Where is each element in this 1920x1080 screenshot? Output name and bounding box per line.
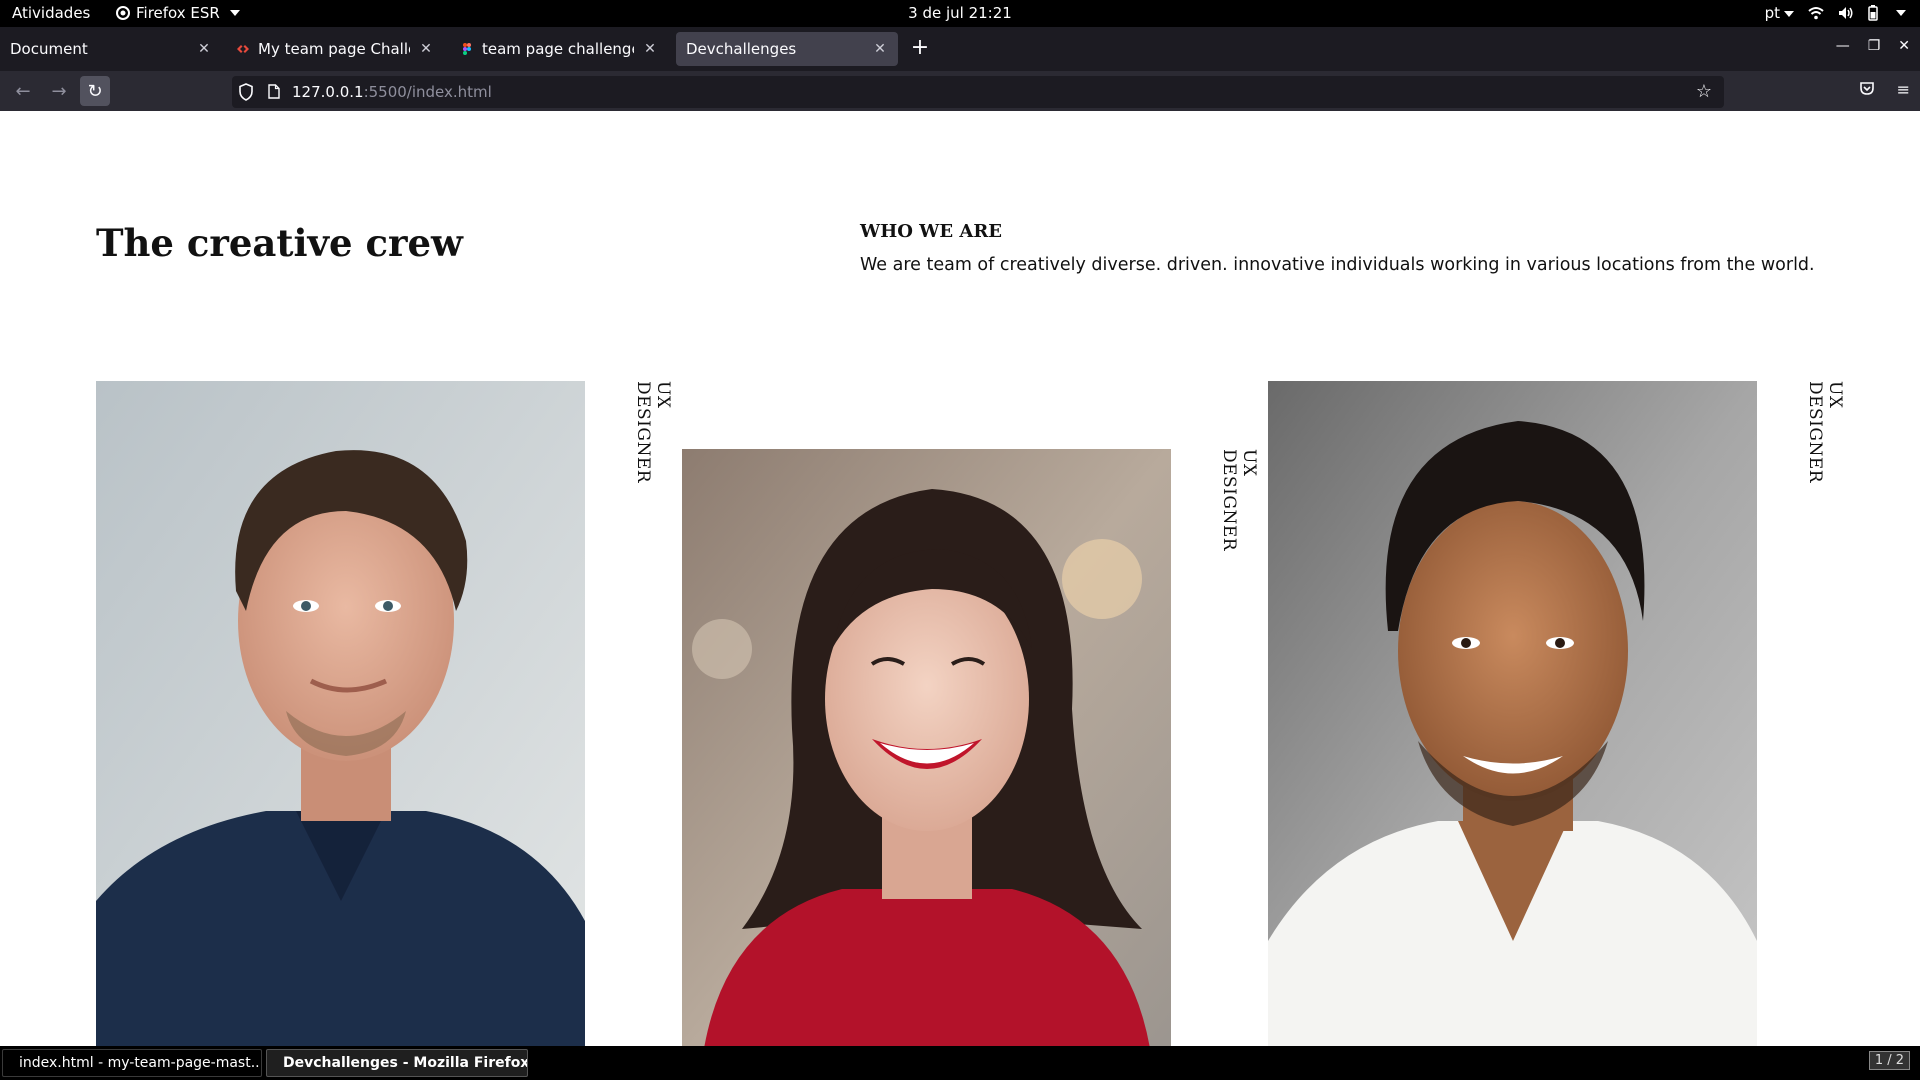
taskbar-item-firefox[interactable]: Devchallenges - Mozilla Firefox bbox=[266, 1049, 528, 1077]
wifi-icon bbox=[1808, 7, 1824, 20]
taskbar-item-label: index.html - my-team-page-mast... bbox=[19, 1055, 262, 1071]
member-photo-2-image bbox=[682, 449, 1171, 1046]
app-menu-label: Firefox ESR bbox=[136, 4, 220, 22]
restore-icon[interactable]: ❐ bbox=[1868, 38, 1881, 54]
arrow-left-icon: ← bbox=[15, 80, 31, 102]
page-content: The creative crew WHO WE ARE We are team… bbox=[0, 111, 1920, 1046]
member-photo-1-image bbox=[96, 381, 585, 1046]
shield-icon[interactable] bbox=[238, 83, 254, 101]
tab-document[interactable]: Document ✕ bbox=[0, 32, 222, 66]
arrow-right-icon: → bbox=[51, 80, 67, 102]
member-photo-3 bbox=[1268, 381, 1757, 1046]
who-we-are-title: WHO WE ARE bbox=[860, 221, 1003, 242]
navigation-toolbar: ← → ↻ 127.0.0.1:5500/index.html ☆ ≡ bbox=[0, 71, 1920, 111]
volume-icon bbox=[1839, 7, 1853, 19]
member-photo-3-image bbox=[1268, 381, 1757, 1046]
activities-button[interactable]: Atividades bbox=[12, 4, 90, 22]
page-icon bbox=[268, 84, 280, 99]
close-window-icon[interactable]: ✕ bbox=[1898, 38, 1910, 54]
reload-icon: ↻ bbox=[87, 80, 103, 102]
system-menu-chevron-icon bbox=[1896, 10, 1906, 16]
pocket-icon[interactable] bbox=[1859, 80, 1875, 96]
hamburger-menu-icon[interactable]: ≡ bbox=[1897, 80, 1910, 99]
system-tray[interactable]: pt bbox=[1765, 4, 1906, 22]
bookmark-star-icon[interactable]: ☆ bbox=[1696, 81, 1712, 102]
forward-button[interactable]: → bbox=[44, 76, 74, 106]
page-headline: The creative crew bbox=[96, 221, 463, 265]
address-bar[interactable]: 127.0.0.1:5500/index.html ☆ bbox=[232, 76, 1724, 108]
system-top-bar: Atividades Firefox ESR 3 de jul 21:21 pt bbox=[0, 0, 1920, 27]
toolbar-right: ≡ bbox=[1859, 80, 1910, 99]
new-tab-button[interactable]: + bbox=[908, 35, 932, 60]
member-role-2: UX DESIGNER bbox=[1219, 449, 1259, 552]
back-button[interactable]: ← bbox=[8, 76, 38, 106]
language-label: pt bbox=[1764, 4, 1780, 22]
member-photo-1 bbox=[96, 381, 585, 1046]
close-icon[interactable]: ✕ bbox=[418, 41, 434, 57]
clock[interactable]: 3 de jul 21:21 bbox=[908, 4, 1012, 22]
tab-my-team-page[interactable]: My team page Challenge | Devchallenges ✕ bbox=[226, 32, 444, 66]
tab-label: Document bbox=[10, 40, 88, 58]
chevron-down-icon bbox=[229, 10, 240, 16]
app-menu[interactable]: Firefox ESR bbox=[116, 4, 240, 22]
figma-favicon-icon bbox=[463, 43, 471, 55]
tab-devchallenges[interactable]: Devchallenges ✕ bbox=[676, 32, 898, 66]
url-text[interactable]: 127.0.0.1:5500/index.html bbox=[292, 83, 492, 101]
member-role-3: UX DESIGNER bbox=[1805, 381, 1845, 484]
close-icon[interactable]: ✕ bbox=[196, 41, 212, 57]
member-photo-2 bbox=[682, 449, 1171, 1046]
minimize-icon[interactable]: — bbox=[1836, 38, 1850, 54]
language-indicator[interactable]: pt bbox=[1765, 4, 1794, 22]
member-role-1: UX DESIGNER bbox=[633, 381, 673, 484]
tab-label: My team page Challenge | Devchallenges bbox=[258, 40, 410, 58]
taskbar-item-label: Devchallenges - Mozilla Firefox bbox=[283, 1055, 528, 1071]
url-path: :5500/index.html bbox=[363, 83, 492, 101]
tab-label: Devchallenges bbox=[686, 40, 797, 58]
close-icon[interactable]: ✕ bbox=[642, 41, 658, 57]
tab-label: team page challenge – Figma bbox=[482, 40, 634, 58]
tab-strip: Document ✕ My team page Challenge | Devc… bbox=[0, 27, 1920, 71]
chevron-down-icon bbox=[1784, 10, 1794, 17]
battery-icon bbox=[1868, 5, 1878, 21]
taskbar-item-vscode[interactable]: index.html - my-team-page-mast... bbox=[2, 1049, 262, 1077]
tab-figma[interactable]: team page challenge – Figma ✕ bbox=[450, 32, 668, 66]
window-controls: — ❐ ✕ bbox=[1836, 38, 1910, 54]
close-icon[interactable]: ✕ bbox=[872, 41, 888, 57]
who-we-are-text: We are team of creatively diverse. drive… bbox=[860, 255, 1815, 275]
workspace-pager[interactable]: 1 / 2 bbox=[1868, 1051, 1910, 1070]
devchallenges-favicon-icon bbox=[237, 45, 249, 53]
taskbar: index.html - my-team-page-mast... Devcha… bbox=[0, 1046, 1920, 1080]
reload-button[interactable]: ↻ bbox=[80, 76, 110, 106]
url-host: 127.0.0.1 bbox=[292, 83, 364, 101]
firefox-icon bbox=[116, 6, 130, 20]
